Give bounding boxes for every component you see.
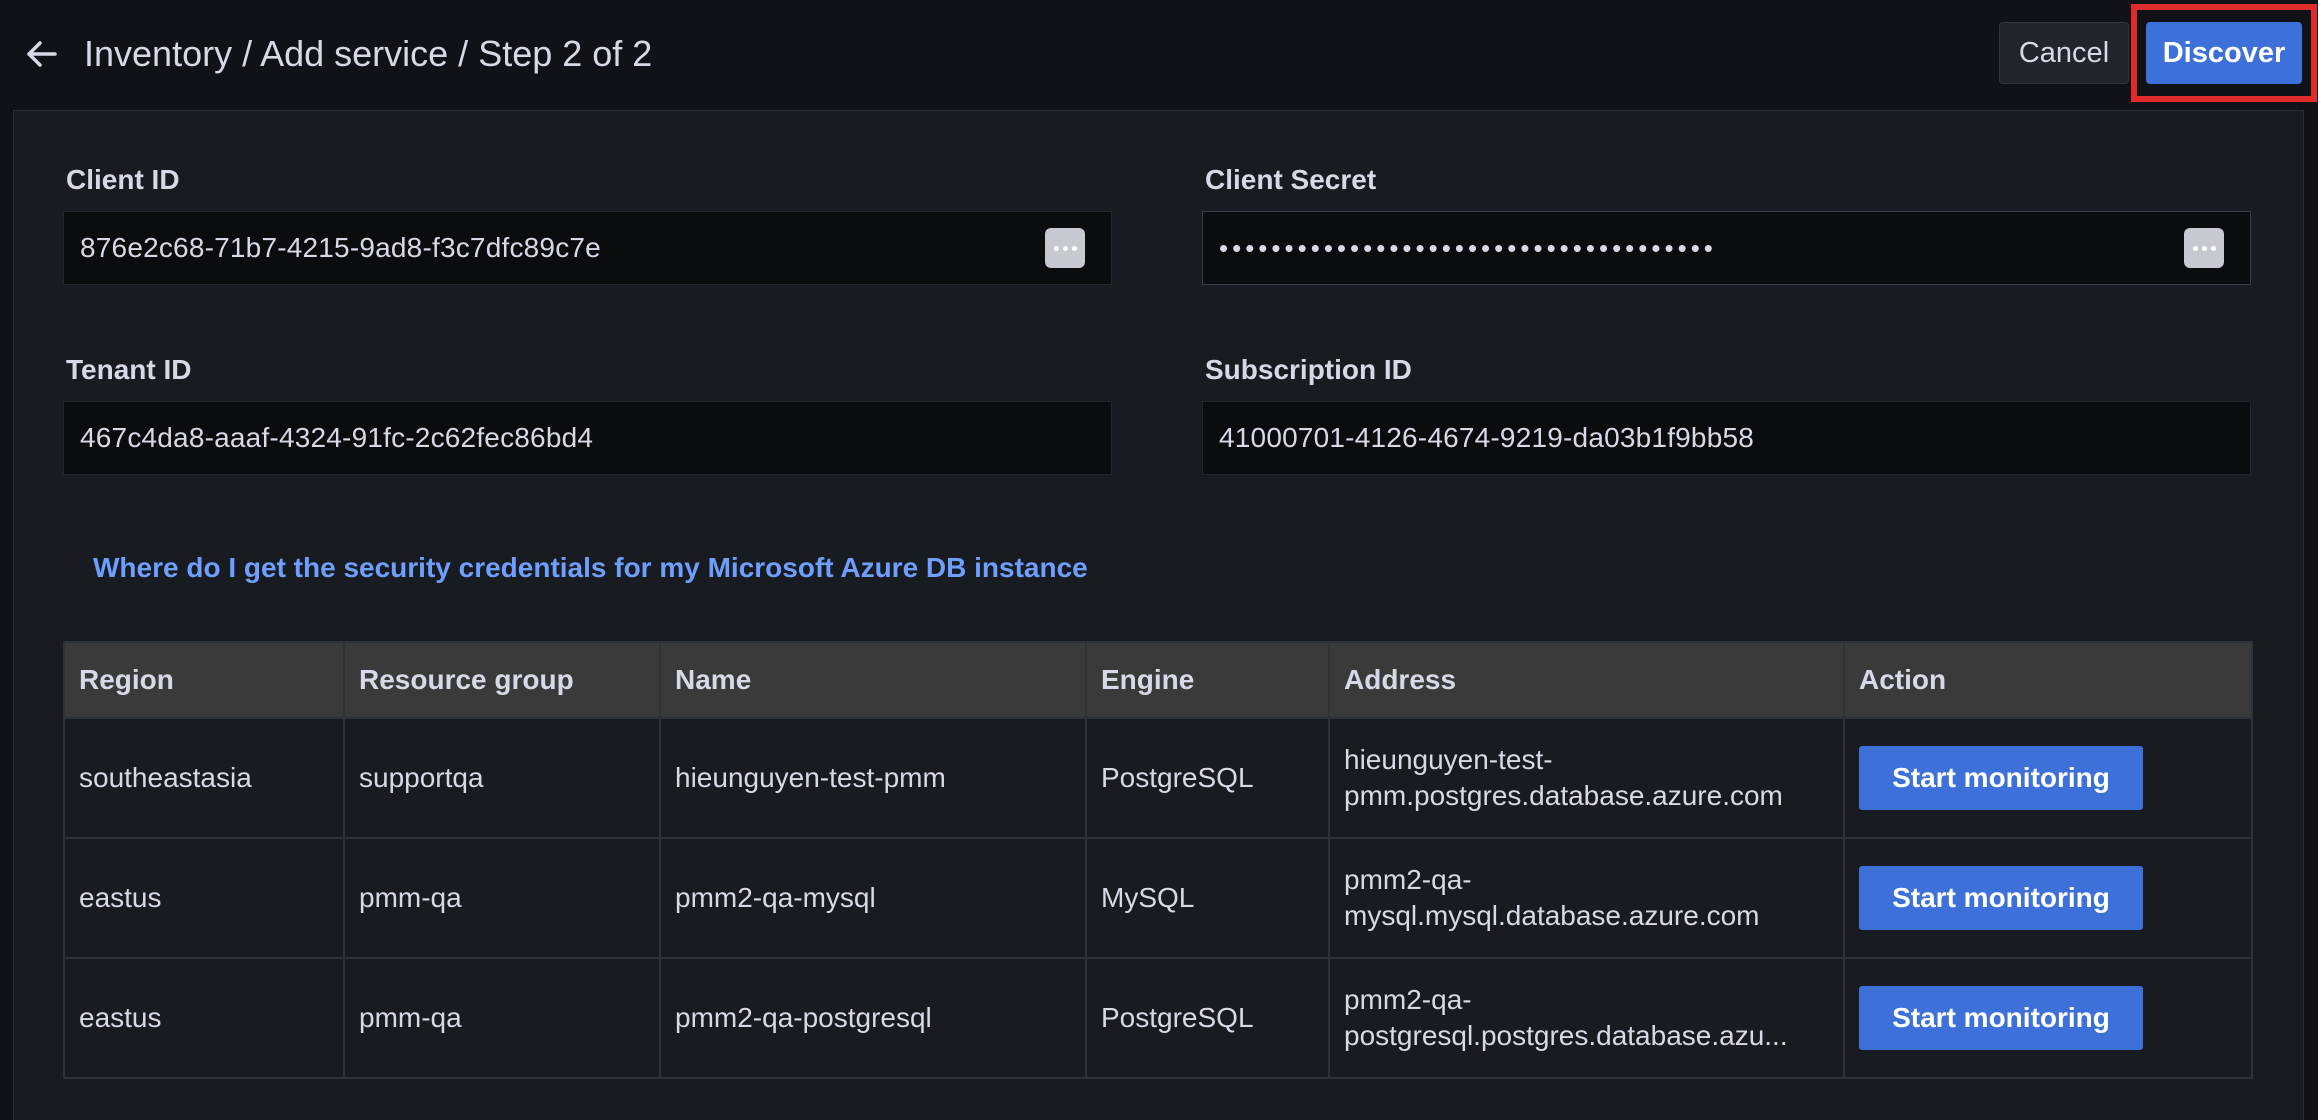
header-action: Action — [1843, 641, 2253, 719]
cancel-button[interactable]: Cancel — [1999, 22, 2129, 84]
header-resource-group: Resource group — [343, 641, 661, 719]
client-secret-field[interactable]: •••••••••••••••••••••••••••••••••••••• — [1202, 211, 2251, 285]
cell-name: pmm2-qa-mysql — [659, 837, 1087, 959]
arrow-left-icon — [27, 41, 57, 67]
cell-resource-group: pmm-qa — [343, 957, 661, 1079]
cell-region: eastus — [63, 957, 345, 1079]
subscription-id-value: 41000701-4126-4674-9219-da03b1f9bb58 — [1219, 422, 1755, 453]
cell-address: pmm2-qa- mysql.mysql.database.azure.com — [1328, 837, 1845, 959]
tenant-id-value: 467c4da8-aaaf-4324-91fc-2c62fec86bd4 — [80, 422, 594, 453]
cell-action: Start monitoring — [1843, 837, 2253, 959]
header-address: Address — [1328, 641, 1845, 719]
cell-action: Start monitoring — [1843, 717, 2253, 839]
page-title: Inventory / Add service / Step 2 of 2 — [84, 33, 653, 74]
tenant-id-label: Tenant ID — [66, 354, 192, 385]
address-line: mysql.mysql.database.azure.com — [1344, 900, 1760, 931]
instances-table: Region Resource group Name Engine Addres… — [63, 641, 2253, 1079]
client-id-visibility-toggle[interactable] — [1045, 228, 1085, 268]
table-row: eastus pmm-qa pmm2-qa-postgresql Postgre… — [63, 957, 2253, 1079]
cell-region: eastus — [63, 837, 345, 959]
subscription-id-field[interactable]: 41000701-4126-4674-9219-da03b1f9bb58 — [1202, 401, 2251, 475]
header-name: Name — [659, 641, 1087, 719]
client-id-field[interactable]: 876e2c68-71b7-4215-9ad8-f3c7dfc89c7e — [63, 211, 1112, 285]
cell-region: southeastasia — [63, 717, 345, 839]
tenant-id-field[interactable]: 467c4da8-aaaf-4324-91fc-2c62fec86bd4 — [63, 401, 1112, 475]
ellipsis-icon — [2192, 245, 2198, 251]
address-line: pmm2-qa- — [1344, 984, 1472, 1015]
subscription-id-label: Subscription ID — [1205, 354, 1412, 385]
client-secret-value: •••••••••••••••••••••••••••••••••••••• — [1219, 232, 1717, 263]
start-monitoring-button[interactable]: Start monitoring — [1859, 746, 2143, 810]
table-row: eastus pmm-qa pmm2-qa-mysql MySQL pmm2-q… — [63, 837, 2253, 959]
discover-button[interactable]: Discover — [2146, 22, 2302, 84]
cell-resource-group: pmm-qa — [343, 837, 661, 959]
cell-engine: PostgreSQL — [1085, 957, 1330, 1079]
address-line: pmm2-qa- — [1344, 864, 1472, 895]
cell-action: Start monitoring — [1843, 957, 2253, 1079]
table-header-row: Region Resource group Name Engine Addres… — [63, 641, 2253, 719]
address-line: postgresql.postgres.database.azu... — [1344, 1020, 1788, 1051]
client-secret-label: Client Secret — [1205, 164, 1377, 195]
cell-address: hieunguyen-test- pmm.postgres.database.a… — [1328, 717, 1845, 839]
client-id-label: Client ID — [66, 164, 180, 195]
cell-name: pmm2-qa-postgresql — [659, 957, 1087, 1079]
cell-address: pmm2-qa- postgresql.postgres.database.az… — [1328, 957, 1845, 1079]
credentials-help-link[interactable]: Where do I get the security credentials … — [93, 552, 1088, 584]
client-secret-visibility-toggle[interactable] — [2184, 228, 2224, 268]
cell-engine: MySQL — [1085, 837, 1330, 959]
start-monitoring-button[interactable]: Start monitoring — [1859, 986, 2143, 1050]
address-line: hieunguyen-test- — [1344, 744, 1553, 775]
client-id-value: 876e2c68-71b7-4215-9ad8-f3c7dfc89c7e — [80, 232, 601, 263]
address-line: pmm.postgres.database.azure.com — [1344, 780, 1783, 811]
cell-name: hieunguyen-test-pmm — [659, 717, 1087, 839]
table-row: southeastasia supportqa hieunguyen-test-… — [63, 717, 2253, 839]
cell-resource-group: supportqa — [343, 717, 661, 839]
ellipsis-icon — [1053, 245, 1059, 251]
top-bar: Inventory / Add service / Step 2 of 2 Ca… — [0, 0, 2318, 110]
cell-engine: PostgreSQL — [1085, 717, 1330, 839]
back-button[interactable] — [20, 32, 64, 76]
header-engine: Engine — [1085, 641, 1330, 719]
start-monitoring-button[interactable]: Start monitoring — [1859, 866, 2143, 930]
header-region: Region — [63, 641, 345, 719]
